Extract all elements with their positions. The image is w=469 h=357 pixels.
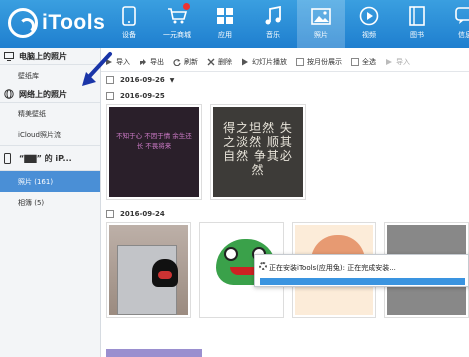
checkbox[interactable] (296, 57, 304, 66)
photo-thumbnail-partial[interactable] (106, 349, 202, 357)
delete-button[interactable]: 删除 (207, 57, 232, 67)
section-label: 网络上的照片 (19, 89, 67, 99)
video-icon (359, 5, 379, 27)
select-all-toggle[interactable]: 全选 (351, 57, 376, 67)
group-checkbox[interactable] (106, 210, 114, 218)
photo-thumbnail[interactable]: 得之坦然 失之淡然 顺其自然 争其必然 (210, 104, 306, 200)
nav-music[interactable]: 音乐 (249, 0, 297, 48)
button-label: 幻灯片播放 (252, 57, 287, 66)
nav-store[interactable]: 一元商城 (153, 0, 201, 48)
refresh-button[interactable]: 刷新 (173, 57, 198, 67)
button-label: 删除 (218, 57, 232, 66)
frog-eye (223, 247, 238, 261)
quote-image: 得之坦然 失之淡然 顺其自然 争其必然 (213, 107, 303, 197)
export-icon (139, 58, 147, 66)
nav-label: 图书 (410, 31, 424, 39)
nav-label: 一元商城 (163, 31, 191, 39)
nav-label: 视频 (362, 31, 376, 39)
button-label: 刷新 (184, 57, 198, 66)
date-group-header[interactable]: 2016-09-26 ▼ (101, 72, 469, 88)
slideshow-button[interactable]: 幻灯片播放 (241, 57, 287, 67)
notification-badge (183, 3, 190, 10)
nav-apps[interactable]: 应用 (201, 0, 249, 48)
phone-icon (119, 5, 139, 27)
message-icon (455, 5, 469, 27)
sidebar-item-albums[interactable]: 相簿 (5) (0, 192, 100, 213)
play-icon (241, 58, 249, 66)
checkbox[interactable] (351, 57, 359, 66)
nav-label: 照片 (314, 31, 328, 39)
group-checkbox[interactable] (106, 92, 114, 100)
nav-label: 应用 (218, 31, 232, 39)
device-name: “▇▇” 的 iP... (19, 153, 72, 163)
progress-fill (260, 278, 465, 285)
nav-label: 信息 (458, 31, 469, 39)
monitor-icon (4, 51, 14, 61)
export-button[interactable]: 导出 (139, 57, 164, 67)
section-label: 电脑上的照片 (19, 51, 67, 61)
dialog-message: 正在安装iTools(应用兔): 正在完成安装... (269, 264, 396, 272)
photo-content: 2016-09-26 ▼ 2016-09-25 不知于心 不因于情 余生还长 不… (101, 72, 469, 357)
nav-video[interactable]: 视频 (345, 0, 393, 48)
import-icon (385, 58, 393, 66)
date-label: 2016-09-26 (120, 76, 165, 84)
checkbox-label: 全选 (362, 57, 376, 66)
button-label: 导入 (116, 57, 130, 66)
main-nav: 设备 一元商城 应用 音乐 照片 视频 图书 信息 (105, 0, 469, 48)
pointer-arrow (82, 52, 112, 86)
apps-icon (215, 5, 235, 27)
device-section[interactable]: “▇▇” 的 iP... (0, 145, 100, 171)
logo-icon (8, 8, 38, 38)
photo-thumbnail[interactable]: 不知于心 不因于情 余生还长 不畏将来 (106, 104, 202, 200)
top-bar: iTools 设备 一元商城 应用 音乐 照片 视频 图书 信息 (0, 0, 469, 48)
date-row-2[interactable]: 2016-09-24 (101, 206, 469, 222)
by-month-toggle[interactable]: 按月份展示 (296, 57, 342, 67)
nav-photos[interactable]: 照片 (297, 0, 345, 48)
button-label: 导入 (396, 57, 410, 66)
sidebar: 电脑上的照片 壁纸库 网络上的照片 精美壁纸 iCloud照片流 “▇▇” 的 … (0, 48, 101, 357)
nav-books[interactable]: 图书 (393, 0, 441, 48)
loading-icon (259, 262, 267, 270)
bear-graphic (151, 259, 178, 287)
app-logo: iTools (8, 8, 105, 38)
date-label: 2016-09-25 (120, 92, 165, 100)
chevron-down-icon[interactable]: ▼ (170, 77, 175, 84)
app-name: iTools (42, 11, 106, 34)
install-progress-dialog: 正在安装iTools(应用兔): 正在完成安装... (254, 254, 469, 287)
sidebar-item-wallpapers[interactable]: 精美壁纸 (0, 103, 100, 124)
checkbox-label: 按月份展示 (307, 57, 342, 66)
date-label: 2016-09-24 (120, 210, 165, 218)
sidebar-item-icloud[interactable]: iCloud照片流 (0, 124, 100, 145)
nav-messages[interactable]: 信息 (441, 0, 469, 48)
sidebar-item-photos[interactable]: 照片 (161) (0, 171, 100, 192)
button-label: 导出 (150, 57, 164, 66)
phone-icon (4, 152, 14, 164)
import-to-button[interactable]: 导入 (385, 57, 410, 67)
progress-bar (260, 278, 465, 285)
photo-icon (311, 5, 331, 27)
delete-icon (207, 58, 215, 66)
date-row-1[interactable]: 2016-09-25 (101, 88, 469, 104)
music-icon (263, 5, 283, 27)
photo-thumbnail[interactable] (106, 222, 191, 318)
kumamon-photo (109, 225, 188, 315)
book-icon (407, 5, 427, 27)
globe-icon (4, 89, 14, 99)
toolbar: 导入 导出 刷新 删除 幻灯片播放 按月份展示 全选 导入 (101, 52, 469, 72)
nav-label: 设备 (122, 31, 136, 39)
nav-device[interactable]: 设备 (105, 0, 153, 48)
photo-grid-1: 不知于心 不因于情 余生还长 不畏将来 得之坦然 失之淡然 顺其自然 争其必然 (101, 104, 469, 200)
nav-label: 音乐 (266, 31, 280, 39)
quote-image: 不知于心 不因于情 余生还长 不畏将来 (109, 107, 199, 197)
refresh-icon (173, 58, 181, 66)
